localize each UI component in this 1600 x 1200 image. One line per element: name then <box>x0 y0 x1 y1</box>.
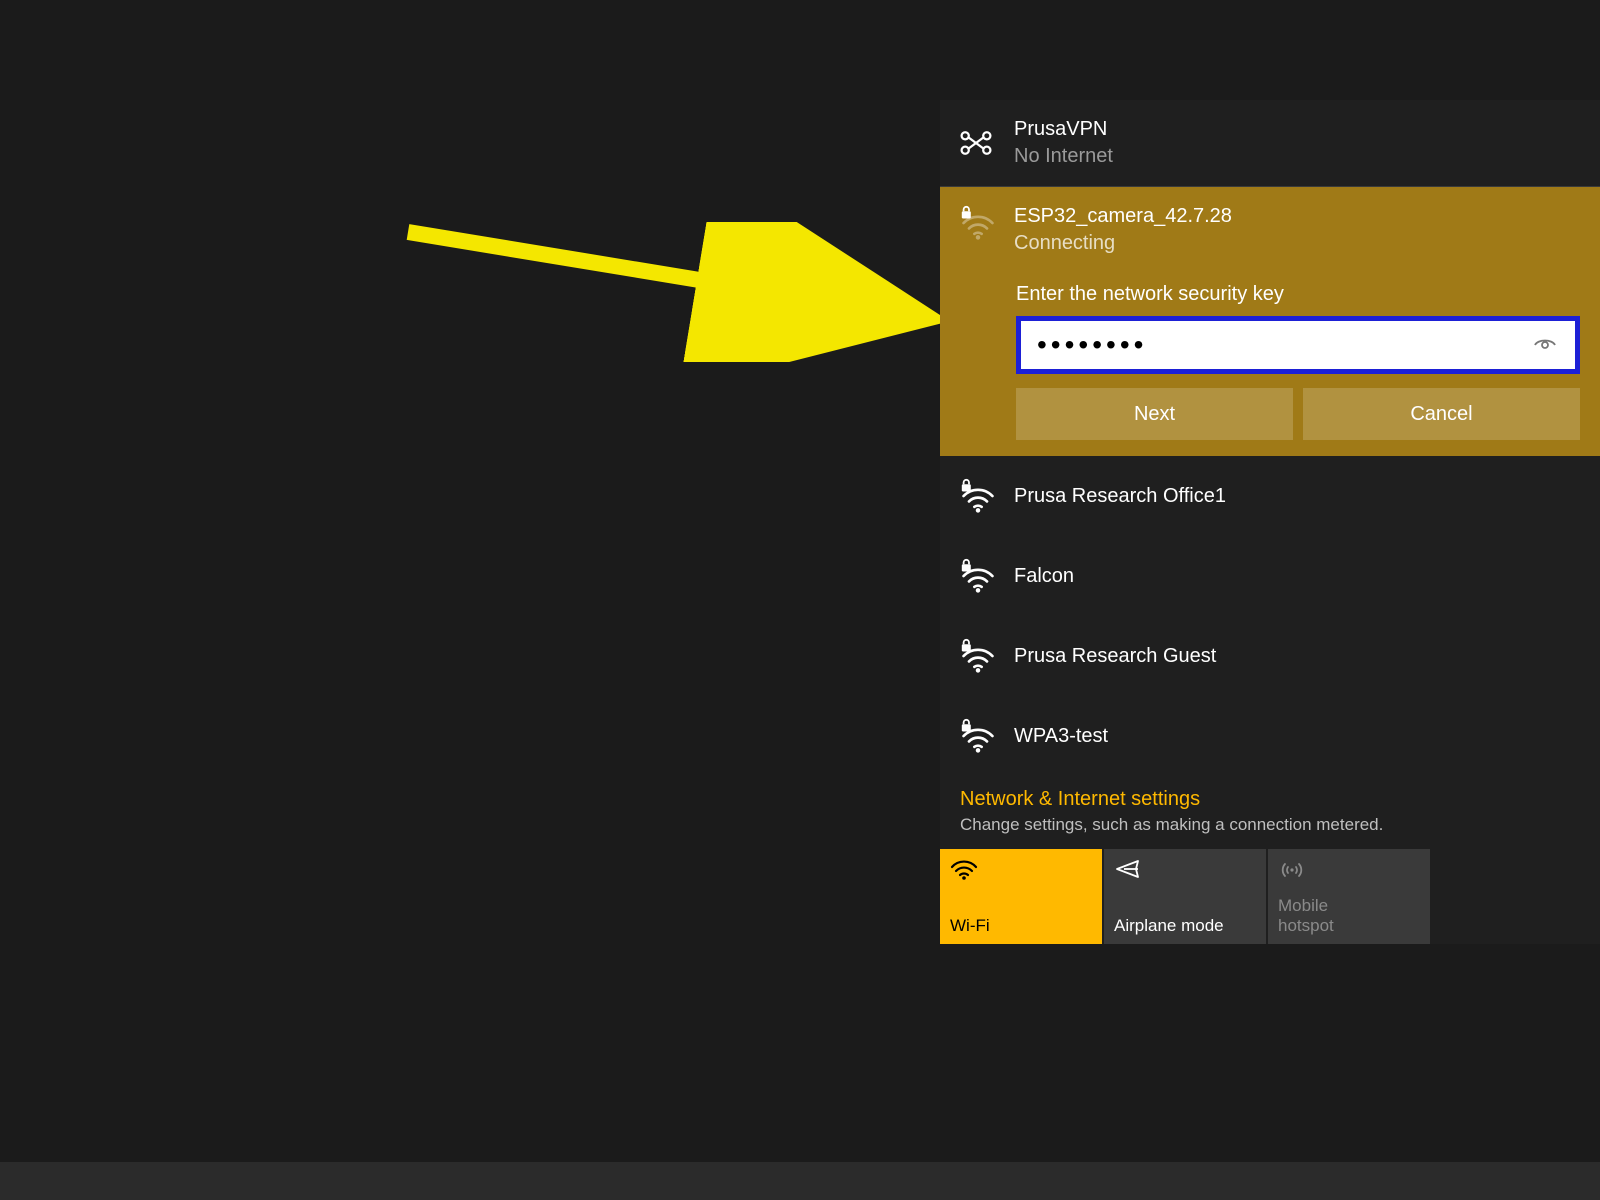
airplane-icon <box>1114 857 1256 886</box>
password-prompt-label: Enter the network security key <box>1016 283 1580 306</box>
reveal-password-icon[interactable] <box>1531 331 1559 359</box>
wifi-secured-icon <box>960 718 996 754</box>
tile-mobile-hotspot[interactable]: Mobile hotspot <box>1268 849 1430 944</box>
network-name: Falcon <box>1014 565 1074 588</box>
network-item[interactable]: Falcon <box>940 536 1600 616</box>
wifi-secured-icon <box>960 638 996 674</box>
network-name: ESP32_camera_42.7.28 <box>1014 205 1232 228</box>
vpn-icon <box>958 125 994 161</box>
network-settings-link[interactable]: Network & Internet settings Change setti… <box>940 776 1600 849</box>
tile-label: Wi-Fi <box>950 916 1092 936</box>
network-item[interactable]: WPA3-test <box>940 696 1600 776</box>
settings-title: Network & Internet settings <box>960 788 1580 811</box>
tile-label: Mobile hotspot <box>1278 896 1420 936</box>
wifi-icon <box>950 857 1092 886</box>
annotation-arrow <box>400 222 960 362</box>
network-password-input[interactable] <box>1037 329 1531 361</box>
wifi-secured-open-icon <box>960 205 996 241</box>
tile-airplane-mode[interactable]: Airplane mode <box>1104 849 1266 944</box>
hotspot-icon <box>1278 857 1420 886</box>
network-flyout: PrusaVPN No Internet ESP32_camera <box>940 100 1600 944</box>
settings-subtitle: Change settings, such as making a connec… <box>960 815 1580 835</box>
wifi-secured-icon <box>960 558 996 594</box>
network-item-connecting: ESP32_camera_42.7.28 Connecting Enter th… <box>940 187 1600 456</box>
tile-label: Airplane mode <box>1114 916 1256 936</box>
cancel-button[interactable]: Cancel <box>1303 388 1580 440</box>
vpn-connection-item[interactable]: PrusaVPN No Internet <box>940 100 1600 187</box>
vpn-name: PrusaVPN <box>1014 118 1113 141</box>
password-input-wrap <box>1016 316 1580 374</box>
tile-wifi[interactable]: Wi-Fi <box>940 849 1102 944</box>
network-name: WPA3-test <box>1014 725 1108 748</box>
taskbar <box>0 1162 1600 1200</box>
wifi-secured-icon <box>960 478 996 514</box>
network-name: Prusa Research Guest <box>1014 645 1216 668</box>
quick-action-tiles: Wi-Fi Airplane mode Mobile hotspot <box>940 849 1600 944</box>
network-name: Prusa Research Office1 <box>1014 485 1226 508</box>
next-button[interactable]: Next <box>1016 388 1293 440</box>
network-status: Connecting <box>1014 232 1232 255</box>
vpn-status: No Internet <box>1014 145 1113 168</box>
network-item[interactable]: Prusa Research Guest <box>940 616 1600 696</box>
network-item[interactable]: Prusa Research Office1 <box>940 456 1600 536</box>
